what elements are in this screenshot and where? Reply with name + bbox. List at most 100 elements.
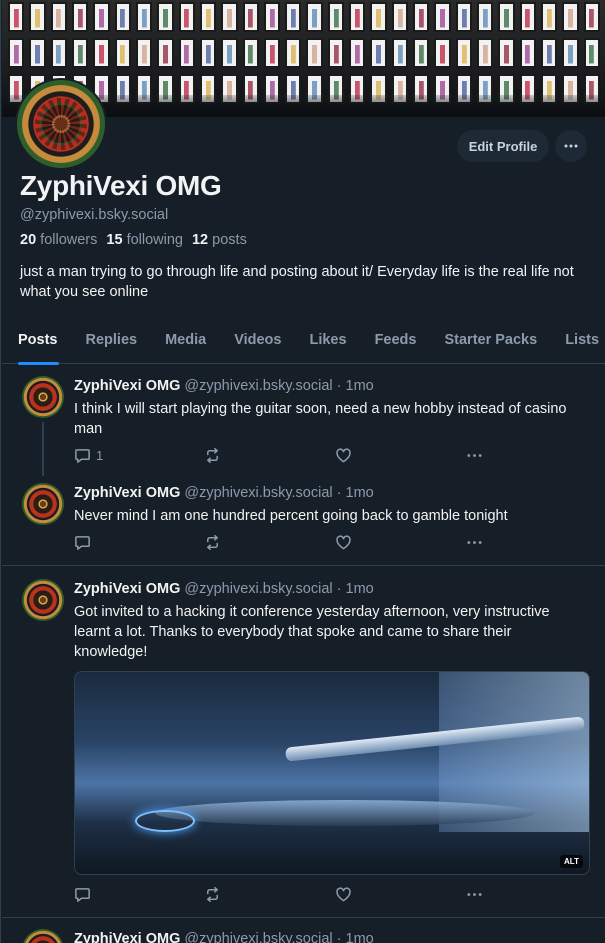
post-timestamp[interactable]: · 1mo (337, 485, 374, 501)
posts-stat: 12 posts (192, 232, 247, 248)
banner-frame (157, 2, 174, 32)
banner-frame (263, 38, 281, 68)
tab-starter-packs[interactable]: Starter Packs (430, 322, 551, 364)
repost-button[interactable] (204, 532, 221, 552)
banner-frame (178, 38, 195, 68)
banner-frame (29, 38, 46, 68)
post-timestamp[interactable]: · 1mo (337, 931, 374, 943)
like-button[interactable] (335, 884, 352, 904)
tab-replies[interactable]: Replies (72, 322, 152, 364)
banner-frame (71, 2, 89, 32)
post-header: ZyphiVexi OMG @zyphivexi.bsky.social · 1… (74, 931, 374, 943)
banner-frame (349, 2, 366, 32)
repost-button[interactable] (204, 445, 221, 465)
post-author-handle[interactable]: @zyphivexi.bsky.social (184, 378, 332, 394)
image-hologram-detail (135, 810, 195, 832)
banner-frame (8, 38, 25, 68)
banner-frame (391, 2, 409, 32)
post-author-name[interactable]: ZyphiVexi OMG (74, 378, 180, 394)
tab-media[interactable]: Media (151, 322, 220, 364)
post-actions (74, 884, 494, 904)
banner-frame (306, 38, 323, 68)
speech-bubble-icon (75, 887, 90, 902)
banner-frame (285, 38, 302, 68)
tab-posts[interactable]: Posts (2, 322, 72, 365)
ellipsis-icon (467, 892, 482, 896)
banner-frame (178, 2, 195, 32)
repost-button[interactable] (204, 884, 221, 904)
like-button[interactable] (335, 532, 352, 552)
banner-frame (114, 2, 131, 32)
post-divider (2, 565, 605, 566)
post-author-handle[interactable]: @zyphivexi.bsky.social (184, 581, 332, 597)
tab-lists[interactable]: Lists (551, 322, 605, 364)
post-timestamp[interactable]: · 1mo (337, 378, 374, 394)
post-avatar[interactable] (22, 376, 64, 418)
banner-frame (135, 2, 153, 32)
banner-frame (498, 38, 515, 68)
speech-bubble-icon (75, 535, 90, 550)
heart-icon (336, 447, 351, 462)
post-actions: 1 (74, 445, 494, 465)
profile-avatar[interactable] (15, 78, 107, 170)
posts-label: posts (212, 232, 247, 248)
banner-frame (562, 38, 579, 68)
posts-count: 12 (191, 232, 209, 248)
reply-button[interactable] (74, 532, 91, 552)
profile-more-button[interactable] (555, 130, 587, 162)
tab-videos[interactable]: Videos (220, 322, 295, 364)
banner-frame (242, 38, 259, 68)
post-timestamp[interactable]: · 1mo (337, 581, 374, 597)
banner-frame (114, 38, 131, 68)
post-avatar[interactable] (22, 483, 64, 525)
post-author-handle[interactable]: @zyphivexi.bsky.social (184, 485, 332, 501)
repost-arrows-icon (207, 886, 218, 902)
tab-feeds[interactable]: Feeds (361, 322, 431, 364)
banner-frame (562, 2, 579, 32)
post-more-button[interactable] (466, 884, 483, 904)
alt-text-badge[interactable]: ALT (560, 855, 583, 868)
banner-frame (221, 38, 238, 68)
post-header: ZyphiVexi OMG @zyphivexi.bsky.social · 1… (74, 378, 374, 394)
banner-frame (306, 2, 323, 32)
banner-frame (434, 38, 451, 68)
banner-frame (477, 38, 494, 68)
post-avatar[interactable] (22, 929, 64, 943)
post-image[interactable]: ALT (74, 671, 590, 875)
post-more-button[interactable] (466, 532, 483, 552)
post-author-name[interactable]: ZyphiVexi OMG (74, 931, 180, 943)
post-actions (74, 532, 494, 552)
repost-arrows-icon (207, 447, 218, 463)
banner-frame (157, 38, 174, 68)
banner-frame (370, 2, 387, 32)
post-avatar[interactable] (22, 579, 64, 621)
like-button[interactable] (335, 445, 352, 465)
banner-frame (50, 38, 67, 68)
following-label: following (126, 232, 183, 248)
banner-frame (327, 2, 345, 32)
banner-frame (263, 2, 281, 32)
image-desk-detail (155, 800, 535, 826)
banner-frame (71, 38, 89, 68)
reply-button[interactable] (74, 884, 91, 904)
edit-profile-button[interactable]: Edit Profile (457, 130, 549, 162)
post-author-name[interactable]: ZyphiVexi OMG (74, 581, 180, 597)
followers-stat[interactable]: 20 followers (20, 232, 97, 248)
banner-frame (8, 2, 25, 32)
following-stat[interactable]: 15 following (106, 232, 183, 248)
banner-frame (519, 38, 537, 68)
followers-label: followers (40, 232, 98, 248)
post-author-handle[interactable]: @zyphivexi.bsky.social (184, 931, 332, 943)
profile-handle: @zyphivexi.bsky.social (20, 207, 169, 223)
tab-likes[interactable]: Likes (295, 322, 360, 364)
banner-frame (413, 38, 430, 68)
banner-frame (135, 38, 153, 68)
banner-frame (519, 2, 537, 32)
ellipsis-icon (467, 453, 482, 457)
ellipsis-icon (467, 540, 482, 544)
repost-arrows-icon (207, 534, 218, 550)
post-author-name[interactable]: ZyphiVexi OMG (74, 485, 180, 501)
post-text: Got invited to a hacking it conference y… (74, 604, 550, 660)
reply-button[interactable]: 1 (74, 445, 103, 465)
post-more-button[interactable] (466, 445, 483, 465)
